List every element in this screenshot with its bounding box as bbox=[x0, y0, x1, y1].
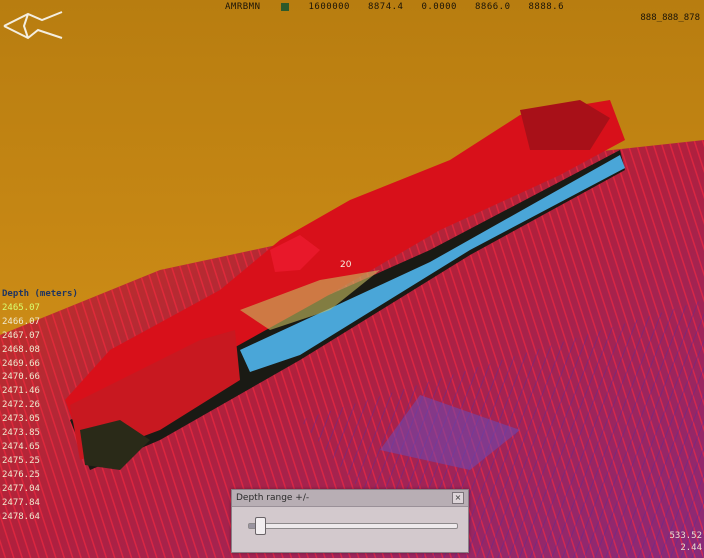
3d-viewport[interactable]: AMRBMN 1600000 8874.4 0.0000 8866.0 8888… bbox=[0, 0, 704, 558]
dialog-title: Depth range +/- bbox=[236, 493, 310, 503]
corner-readout-line-1: 533.52 bbox=[669, 531, 702, 541]
depth-legend-value: 2478.64 bbox=[2, 511, 40, 522]
close-icon[interactable]: × bbox=[452, 492, 464, 504]
depth-legend-title: Depth (meters) bbox=[2, 289, 78, 299]
depth-legend-value: 2471.46 bbox=[2, 386, 40, 397]
status-item-6: 8888.6 bbox=[528, 2, 565, 12]
depth-legend-value: 2476.25 bbox=[2, 469, 40, 480]
scene-label: 20 bbox=[340, 260, 352, 270]
status-line-2: 888_888_878 bbox=[640, 13, 700, 23]
corner-readout-line-2: 2.44 bbox=[680, 543, 702, 553]
status-item-3: 8874.4 bbox=[367, 2, 404, 12]
depth-legend-value: 2477.84 bbox=[2, 497, 40, 508]
depth-legend-value: 2466.07 bbox=[2, 316, 40, 327]
slider-thumb[interactable] bbox=[255, 517, 267, 535]
depth-legend-values: 2465.07 2466.07 2467.07 2468.08 2469.66 2470.… bbox=[2, 302, 78, 525]
dialog-titlebar[interactable]: Depth range +/- × bbox=[232, 490, 468, 507]
depth-range-dialog: Depth range +/- × bbox=[231, 489, 469, 553]
depth-legend-value: 2473.85 bbox=[2, 428, 40, 439]
depth-legend-value: 2477.04 bbox=[2, 483, 40, 494]
status-item-1: AMRBMN bbox=[225, 2, 261, 12]
status-item-5: 8866.0 bbox=[474, 2, 511, 12]
depth-legend-value: 2469.66 bbox=[2, 358, 40, 369]
sonar-scene bbox=[0, 0, 704, 558]
depth-legend-value: 2475.25 bbox=[2, 455, 40, 466]
depth-legend-value: 2468.08 bbox=[2, 344, 40, 355]
status-swatch bbox=[280, 3, 289, 11]
status-item-4: 0.0000 bbox=[421, 2, 457, 12]
status-item-2: 1600000 bbox=[308, 2, 350, 12]
depth-legend-value: 2470.66 bbox=[2, 372, 40, 383]
depth-legend-value: 2472.26 bbox=[2, 400, 40, 411]
depth-range-slider[interactable] bbox=[248, 517, 458, 535]
depth-legend: Depth (meters) 2465.07 2466.07 2467.07 2468… bbox=[2, 288, 78, 524]
status-bar: AMRBMN 1600000 8874.4 0.0000 8866.0 8888… bbox=[225, 0, 564, 14]
depth-legend-value: 2465.07 bbox=[2, 302, 40, 313]
depth-legend-value: 2473.05 bbox=[2, 414, 40, 425]
depth-legend-value: 2467.07 bbox=[2, 330, 40, 341]
depth-legend-value: 2474.65 bbox=[2, 441, 40, 452]
corner-readout: 533.52 2.44 bbox=[669, 530, 702, 554]
